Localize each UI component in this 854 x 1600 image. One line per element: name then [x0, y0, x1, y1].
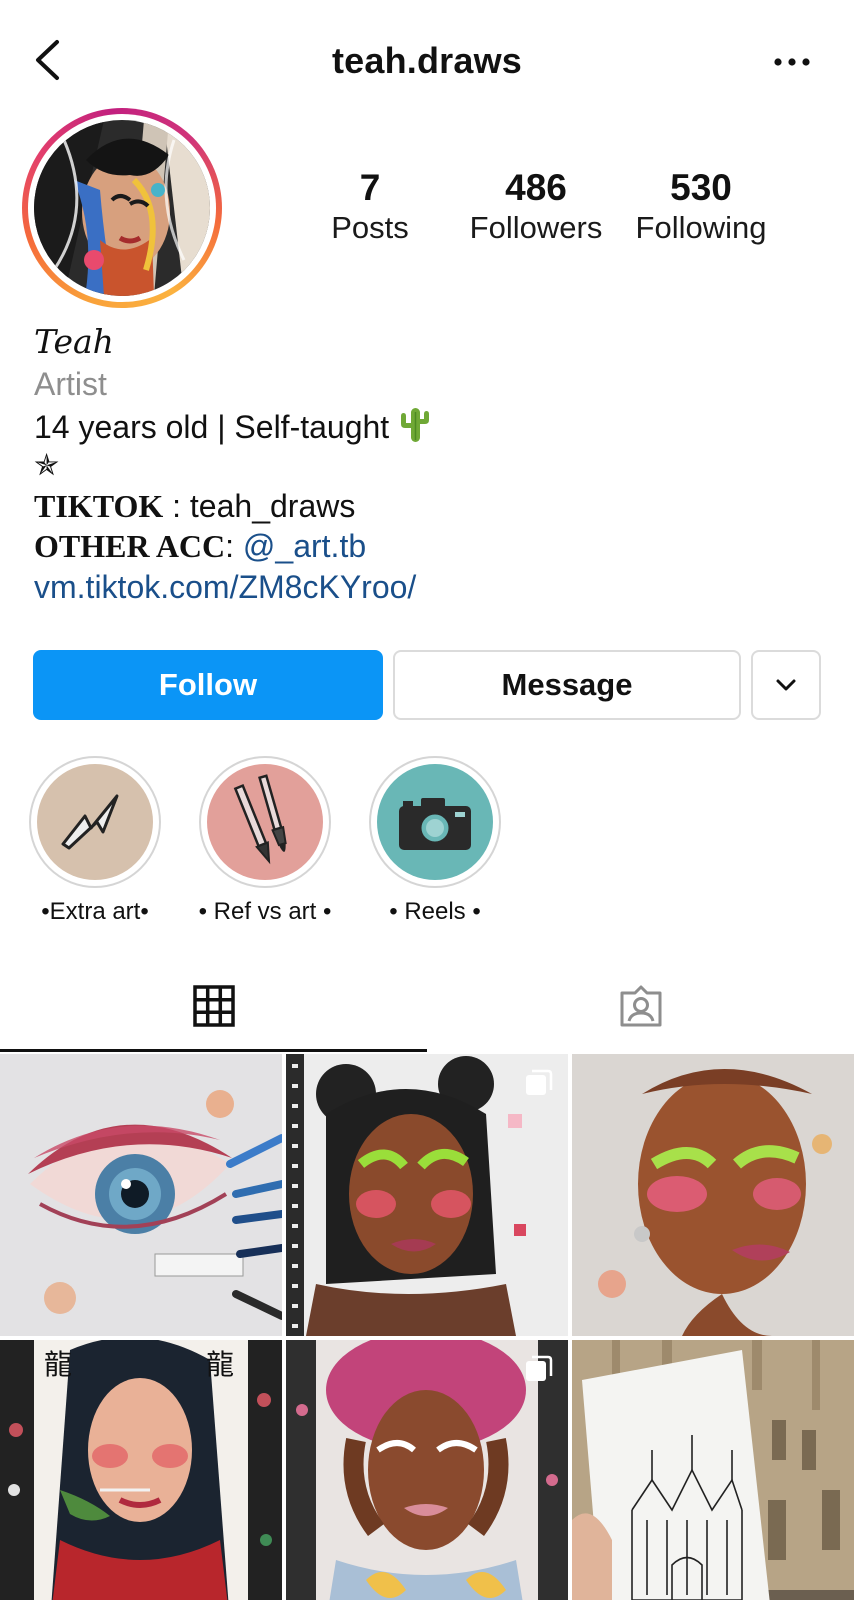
post-thumbnail[interactable] [572, 1340, 854, 1600]
highlight-extra-art[interactable]: •Extra art• [10, 756, 180, 926]
bio-line-other: OTHER ACC: @_art.tb [34, 526, 824, 566]
post-thumbnail[interactable] [286, 1054, 568, 1336]
tagged-icon [620, 985, 661, 1027]
active-tab-indicator [0, 1049, 427, 1052]
post-thumbnail[interactable]: 龍 龍 [0, 1340, 282, 1600]
camera-icon [399, 798, 471, 850]
svg-text:龍: 龍 [206, 1348, 234, 1381]
highlight-label: •Extra art• [41, 898, 149, 925]
bio-star: ✯ [34, 449, 60, 482]
profile-tabs [0, 960, 854, 1052]
bio-category: Artist [34, 366, 107, 402]
message-button[interactable]: Message [393, 650, 741, 720]
multiple-posts-icon [526, 1069, 553, 1095]
tiktok-label: TIKTOK [34, 488, 164, 524]
followers-label: Followers [469, 210, 603, 245]
post-thumbnail[interactable] [286, 1340, 568, 1600]
bio-age-text: 14 years old | Self-taught [34, 409, 390, 445]
svg-text:龍: 龍 [44, 1348, 72, 1381]
tab-tagged[interactable] [427, 960, 854, 1052]
tiktok-handle: teah_draws [189, 488, 356, 524]
ellipsis-icon [774, 58, 810, 66]
posts-grid: 龍 龍 [0, 1054, 854, 1600]
other-acc-mention[interactable]: @_art.tb [243, 528, 366, 564]
highlight-label: • Ref vs art • [198, 898, 332, 925]
posts-label: Posts [331, 210, 409, 245]
bio-line-age: 14 years old | Self-taught [34, 406, 824, 446]
following-number: 530 [670, 167, 732, 208]
profile-bio: Teah Artist 14 years old | Self-taught ✯… [34, 322, 824, 608]
suggested-accounts-button[interactable] [751, 650, 821, 720]
chevron-down-icon [776, 679, 796, 691]
post-thumbnail[interactable] [0, 1054, 282, 1336]
followers-number: 486 [505, 167, 567, 208]
highlight-reels[interactable]: • Reels • [350, 756, 520, 926]
following-label: Following [635, 210, 767, 245]
bio-website-link[interactable]: vm.tiktok.com/ZM8cKYroo/ [34, 566, 824, 608]
follow-button[interactable]: Follow [33, 650, 383, 720]
top-bar: teah.draws [0, 0, 854, 120]
story-ring[interactable] [22, 108, 222, 308]
brush-pencil-icon [233, 774, 287, 865]
cactus-icon [401, 408, 430, 442]
followers-count[interactable]: 486 Followers [456, 166, 616, 246]
bio-line-tiktok: TIKTOK : teah_draws [34, 486, 824, 526]
tiktok-sep: : [163, 488, 190, 524]
profile-username: teah.draws [331, 40, 523, 81]
posts-number: 7 [359, 167, 381, 208]
bio-display-name: Teah [34, 322, 114, 361]
other-acc-sep: : [225, 528, 243, 564]
highlight-ref-vs-art[interactable]: • Ref vs art • [180, 756, 350, 926]
tab-posts-grid[interactable] [0, 960, 427, 1052]
post-thumbnail[interactable] [572, 1054, 854, 1336]
multiple-posts-icon [526, 1355, 553, 1381]
more-options-button[interactable] [770, 50, 814, 74]
grid-icon [192, 985, 235, 1027]
other-acc-label: OTHER ACC [34, 528, 226, 564]
profile-avatar [34, 120, 210, 296]
posts-count: 7 Posts [310, 166, 430, 246]
highlight-label: • Reels • [389, 898, 481, 925]
lightning-icon [61, 794, 119, 850]
following-count[interactable]: 530 Following [618, 166, 784, 246]
